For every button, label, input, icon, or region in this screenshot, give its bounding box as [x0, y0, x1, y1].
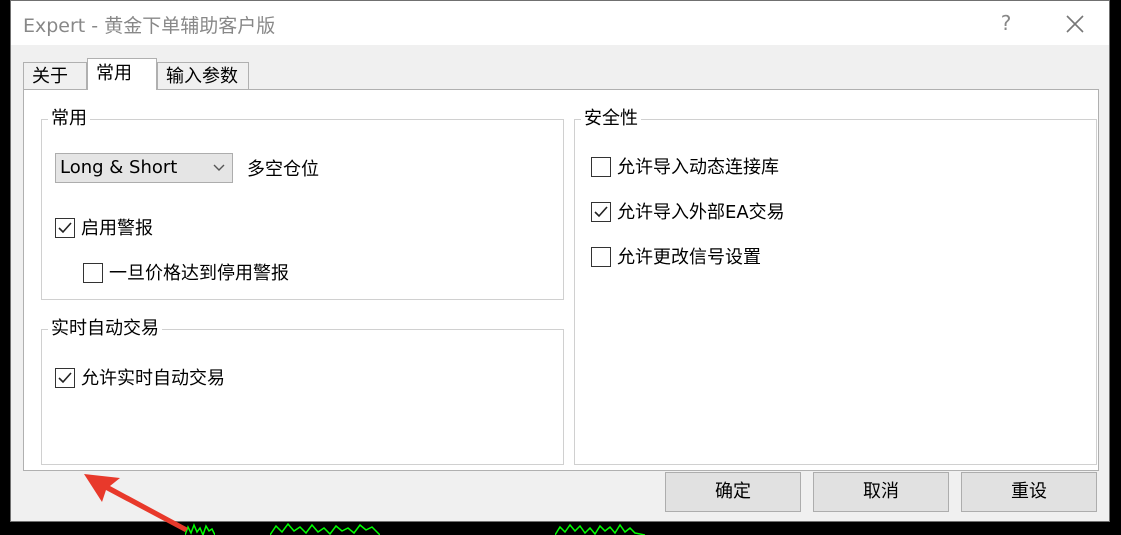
allow-dll-checkbox[interactable] [591, 157, 611, 177]
common-group: 常用 Long & Short 多空仓位 启用警报 一旦价格达到停用警报 [41, 107, 564, 300]
tab-about[interactable]: 关于 [23, 62, 87, 89]
allow-dll-checkbox-row[interactable]: 允许导入动态连接库 [591, 156, 831, 180]
security-group-title: 安全性 [581, 107, 641, 131]
allow-signal-change-checkbox[interactable] [591, 247, 611, 267]
realtime-group-title: 实时自动交易 [48, 317, 162, 341]
enable-alerts-checkbox-row[interactable]: 启用警报 [55, 217, 255, 241]
chart-fragment [555, 523, 645, 535]
close-button[interactable] [1057, 9, 1093, 37]
expert-dialog: Expert - 黄金下单辅助客户版 ? 关于 常用 输入参数 常用 Long … [10, 0, 1110, 532]
allow-realtime-label: 允许实时自动交易 [81, 368, 225, 389]
disable-on-price-checkbox-row[interactable]: 一旦价格达到停用警报 [83, 262, 343, 286]
checkmark-icon [594, 206, 608, 218]
tab-common[interactable]: 常用 [87, 58, 157, 90]
allow-signal-change-checkbox-row[interactable]: 允许更改信号设置 [591, 246, 831, 270]
checkmark-icon [58, 372, 72, 384]
disable-on-price-label: 一旦价格达到停用警报 [109, 263, 289, 284]
disable-on-price-checkbox[interactable] [83, 263, 103, 283]
cancel-button[interactable]: 取消 [813, 472, 949, 512]
position-mode-select[interactable]: Long & Short [55, 153, 233, 183]
allow-dll-label: 允许导入动态连接库 [617, 157, 779, 178]
common-group-title: 常用 [48, 107, 90, 131]
window-title: Expert - 黄金下单辅助客户版 [23, 15, 276, 37]
enable-alerts-checkbox[interactable] [55, 218, 75, 238]
red-arrow-annotation-icon [84, 474, 188, 532]
enable-alerts-label: 启用警报 [81, 218, 153, 239]
allow-signal-change-label: 允许更改信号设置 [617, 247, 761, 268]
allow-external-ea-checkbox[interactable] [591, 202, 611, 222]
tab-panel-common: 常用 Long & Short 多空仓位 启用警报 一旦价格达到停用警报 实时自… [23, 89, 1099, 532]
allow-external-ea-label: 允许导入外部EA交易 [617, 202, 785, 223]
ok-button[interactable]: 确定 [665, 472, 801, 512]
reset-button[interactable]: 重设 [961, 472, 1097, 512]
close-icon [1066, 14, 1084, 33]
security-group: 安全性 允许导入动态连接库 允许导入外部EA交易 允许更改信号设置 [574, 107, 1097, 465]
position-mode-value: Long & Short [60, 157, 178, 178]
position-mode-label: 多空仓位 [247, 159, 319, 180]
checkmark-icon [58, 222, 72, 234]
chevron-down-icon [213, 164, 225, 171]
allow-realtime-checkbox[interactable] [55, 368, 75, 388]
allow-realtime-checkbox-row[interactable]: 允许实时自动交易 [55, 367, 275, 391]
help-button[interactable]: ? [991, 9, 1021, 37]
allow-external-ea-checkbox-row[interactable]: 允许导入外部EA交易 [591, 201, 831, 225]
title-bar: Expert - 黄金下单辅助客户版 ? [11, 1, 1109, 45]
realtime-trading-group: 实时自动交易 允许实时自动交易 [41, 317, 564, 465]
tab-input-params[interactable]: 输入参数 [157, 62, 249, 89]
chart-fragment [270, 523, 380, 535]
